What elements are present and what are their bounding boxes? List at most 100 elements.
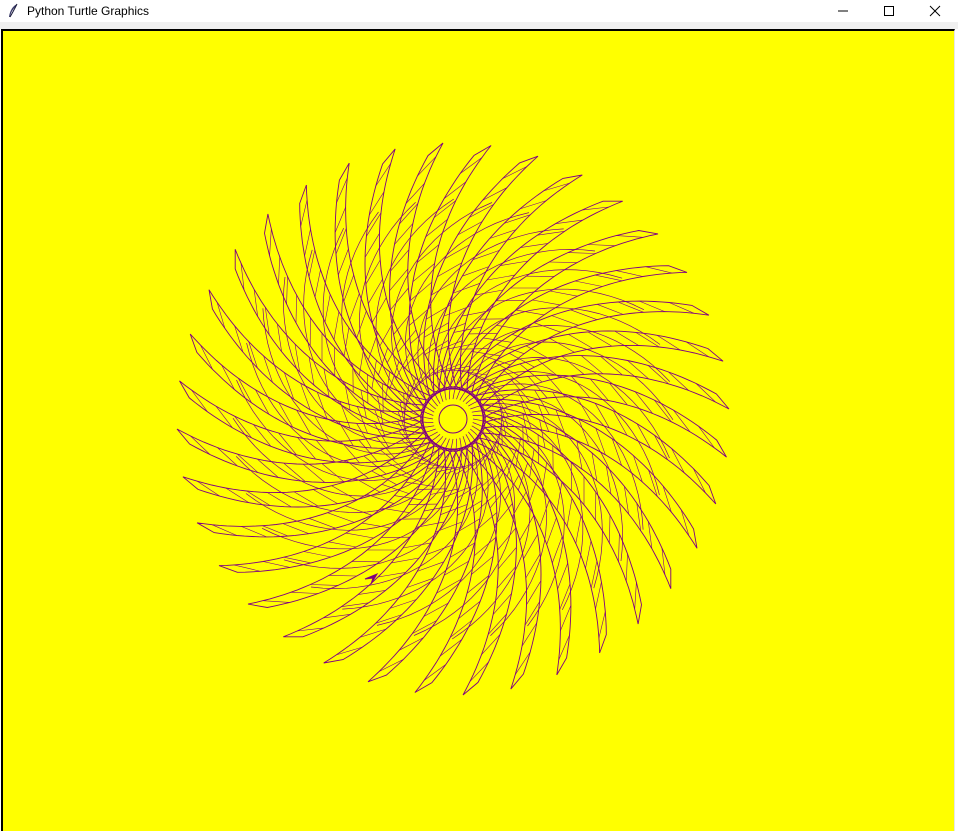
blade-chord bbox=[278, 256, 280, 285]
blade-chord bbox=[538, 404, 549, 432]
blade-chord bbox=[423, 322, 449, 338]
blade-chord bbox=[310, 584, 339, 586]
center-dot bbox=[438, 404, 468, 434]
blade-chord bbox=[334, 207, 346, 233]
blade-chord bbox=[516, 309, 545, 316]
blade-chord bbox=[481, 634, 501, 655]
blade-chord bbox=[519, 200, 547, 210]
blade-chord bbox=[575, 515, 582, 544]
blade-chord bbox=[378, 659, 404, 672]
blade-chord bbox=[356, 423, 372, 449]
blade-chord bbox=[497, 527, 516, 551]
blade-chord bbox=[308, 249, 316, 278]
blade-chord bbox=[561, 356, 585, 375]
blade-chord bbox=[626, 553, 628, 582]
blade-chord bbox=[304, 229, 311, 256]
blade-chord bbox=[331, 485, 357, 500]
blade-chord bbox=[549, 290, 578, 297]
blade-chord bbox=[234, 325, 244, 353]
blade-chord bbox=[375, 163, 392, 187]
blade-chord bbox=[438, 323, 466, 334]
blade-chord bbox=[328, 541, 357, 548]
blade-chord bbox=[343, 274, 354, 302]
blade-chord bbox=[300, 199, 308, 227]
blade-chord bbox=[367, 374, 369, 404]
blade-chord bbox=[695, 383, 716, 403]
blade-chord bbox=[639, 300, 665, 312]
blade-chord bbox=[654, 435, 668, 460]
blade-chord bbox=[693, 468, 706, 494]
blade-chord bbox=[668, 371, 689, 391]
blade-chord bbox=[537, 434, 539, 464]
blade-chord bbox=[614, 330, 639, 346]
blade-chord bbox=[567, 252, 596, 254]
blade-chord bbox=[345, 532, 374, 539]
blade-chord bbox=[423, 664, 447, 681]
blade-chord bbox=[269, 228, 272, 256]
blade-chord bbox=[338, 248, 349, 276]
blade-chord bbox=[514, 651, 531, 675]
blade-chord bbox=[566, 498, 573, 527]
blade-chord bbox=[408, 503, 438, 505]
blade-chord bbox=[398, 637, 424, 651]
minimize-button[interactable] bbox=[820, 0, 866, 22]
blade-chord bbox=[443, 181, 467, 199]
blade-chord bbox=[685, 341, 709, 358]
blade-chord bbox=[595, 428, 606, 455]
blade-chord bbox=[246, 490, 271, 506]
blade-chord bbox=[523, 534, 538, 559]
blade-chord bbox=[241, 526, 267, 538]
blade-chord bbox=[616, 235, 644, 238]
blade-chord bbox=[654, 399, 672, 422]
blade-chord bbox=[328, 575, 357, 577]
blade-chord bbox=[234, 416, 252, 439]
blade-chord bbox=[324, 294, 331, 323]
blade-chord bbox=[539, 499, 550, 528]
blade-chord bbox=[457, 500, 483, 516]
blade-chord bbox=[390, 287, 409, 311]
blade-chord bbox=[295, 294, 297, 323]
blade-chord bbox=[344, 505, 373, 516]
turtle-canvas[interactable] bbox=[1, 29, 955, 831]
blade-chord bbox=[526, 580, 542, 605]
blade-chord bbox=[519, 515, 534, 541]
blade-chord bbox=[314, 269, 321, 298]
blade-chord bbox=[475, 289, 504, 296]
blade-chord bbox=[283, 556, 312, 564]
blade-chord bbox=[215, 405, 233, 429]
blade-chord bbox=[645, 266, 673, 274]
blade-chord bbox=[300, 383, 311, 410]
blade-chord bbox=[440, 504, 468, 515]
blade-chord bbox=[560, 605, 572, 631]
blade-chord bbox=[286, 276, 288, 305]
blade-chord bbox=[290, 592, 319, 594]
blade-chord bbox=[543, 182, 570, 192]
blade-chord bbox=[546, 517, 557, 545]
title-bar[interactable]: Python Turtle Graphics bbox=[0, 0, 958, 22]
blade-chord bbox=[571, 376, 591, 398]
minimize-icon bbox=[838, 10, 848, 12]
feather-icon bbox=[7, 3, 19, 19]
blade-chord bbox=[680, 509, 690, 536]
blade-chord bbox=[549, 338, 575, 353]
blade-chord bbox=[267, 492, 292, 508]
blade-chord bbox=[598, 611, 606, 639]
blade-chord bbox=[405, 183, 425, 204]
blade-chord bbox=[368, 279, 383, 304]
blade-chord bbox=[570, 309, 598, 320]
blade-chord bbox=[468, 333, 498, 335]
blade-chord bbox=[356, 310, 367, 339]
blade-chord bbox=[552, 536, 563, 564]
blade-chord bbox=[343, 327, 350, 356]
blade-chord bbox=[357, 406, 368, 434]
blade-chord bbox=[402, 542, 431, 549]
close-button[interactable] bbox=[912, 0, 958, 22]
blade-chord bbox=[596, 304, 624, 315]
blade-chord bbox=[233, 564, 261, 572]
blade-chord bbox=[315, 440, 335, 462]
blade-chord bbox=[336, 646, 363, 656]
blade-chord bbox=[635, 332, 660, 348]
blade-chord bbox=[469, 204, 494, 218]
maximize-button[interactable] bbox=[866, 0, 912, 22]
blade-chord bbox=[323, 368, 330, 397]
